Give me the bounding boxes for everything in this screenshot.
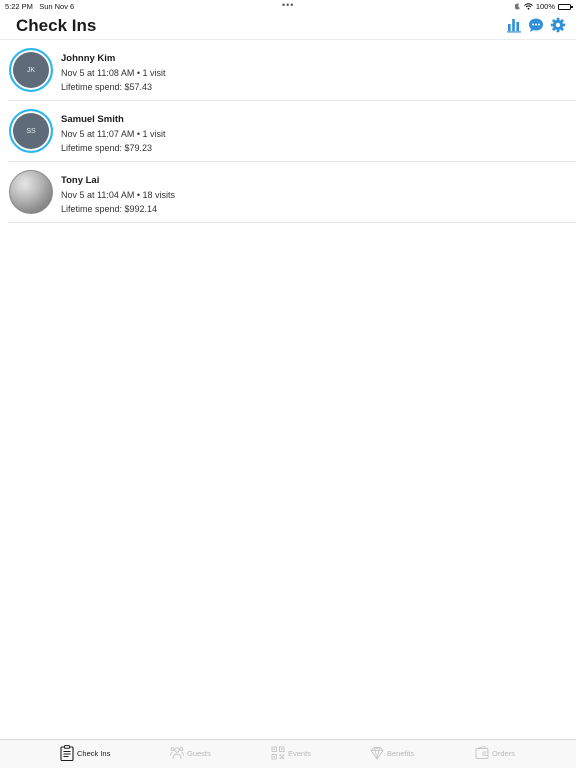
status-bar: 5:22 PM Sun Nov 6 ••• 100% <box>0 0 576 12</box>
checkin-time: Nov 5 at 11:04 AM • 18 visits <box>61 190 176 200</box>
tab-label: Guests <box>187 748 211 758</box>
wallet-icon <box>475 746 489 759</box>
checkin-info: Samuel Smith Nov 5 at 11:07 AM • 1 visit… <box>61 114 166 155</box>
lifetime-spend: Lifetime spend: $57.43 <box>61 81 153 92</box>
guest-name: Johnny Kim <box>61 53 116 64</box>
guests-icon <box>170 747 184 760</box>
battery-icon <box>558 3 573 10</box>
guest-name: Samuel Smith <box>61 114 124 125</box>
qr-code-icon <box>271 746 285 760</box>
status-right: 100% <box>514 2 573 11</box>
avatar-initials: JK <box>26 66 36 74</box>
avatar: SS <box>9 109 53 153</box>
tab-label: Orders <box>492 748 515 758</box>
bar-chart-icon[interactable] <box>506 17 522 33</box>
guest-name: Tony Lai <box>61 175 100 186</box>
gear-icon[interactable] <box>550 17 566 33</box>
checkin-row-tony-lai[interactable]: Tony Lai Nov 5 at 11:04 AM • 18 visits L… <box>8 162 576 223</box>
multitasking-dots-icon[interactable]: ••• <box>282 0 294 10</box>
lifetime-spend: Lifetime spend: $79.23 <box>61 142 153 153</box>
status-date-text: Sun Nov 6 <box>39 2 75 11</box>
checkin-info: Tony Lai Nov 5 at 11:04 AM • 18 visits L… <box>61 175 175 216</box>
checkin-info: Johnny Kim Nov 5 at 11:08 AM • 1 visit L… <box>61 53 166 94</box>
status-time: 5:22 PM Sun Nov 6 <box>5 2 74 11</box>
checkin-row-samuel-smith[interactable]: SS Samuel Smith Nov 5 at 11:07 AM • 1 vi… <box>8 101 576 162</box>
tab-label: Benefits <box>387 748 415 758</box>
avatar-initials: SS <box>26 127 36 135</box>
moon-icon <box>514 3 520 10</box>
tab-check-ins[interactable]: Check Ins <box>60 745 110 761</box>
lifetime-spend: Lifetime spend: $992.14 <box>61 203 158 214</box>
avatar: JK <box>9 48 53 92</box>
chat-bubble-icon[interactable] <box>528 17 544 33</box>
page-title: Check Ins <box>16 16 97 35</box>
checkin-time: Nov 5 at 11:07 AM • 1 visit <box>61 129 166 139</box>
checkin-time: Nov 5 at 11:08 AM • 1 visit <box>61 68 166 78</box>
nav-bar: Check Ins <box>0 12 576 40</box>
battery-percent: 100% <box>535 2 555 11</box>
tab-bar: Check Ins Guests Events Benefits Orders <box>0 739 576 768</box>
status-time-text: 5:22 PM <box>5 2 33 11</box>
avatar-photo <box>9 170 53 214</box>
checkin-row-johnny-kim[interactable]: JK Johnny Kim Nov 5 at 11:08 AM • 1 visi… <box>8 40 576 101</box>
tab-events[interactable]: Events <box>271 745 311 761</box>
tab-label: Check Ins <box>77 748 111 758</box>
clipboard-icon <box>60 745 74 761</box>
nav-actions <box>506 17 566 33</box>
tab-guests[interactable]: Guests <box>170 745 211 761</box>
wifi-icon <box>523 3 533 10</box>
checkins-list: JK Johnny Kim Nov 5 at 11:08 AM • 1 visi… <box>8 40 576 223</box>
tab-benefits[interactable]: Benefits <box>370 745 414 761</box>
tab-orders[interactable]: Orders <box>475 745 515 761</box>
diamond-icon <box>370 747 384 760</box>
tab-label: Events <box>288 748 311 758</box>
